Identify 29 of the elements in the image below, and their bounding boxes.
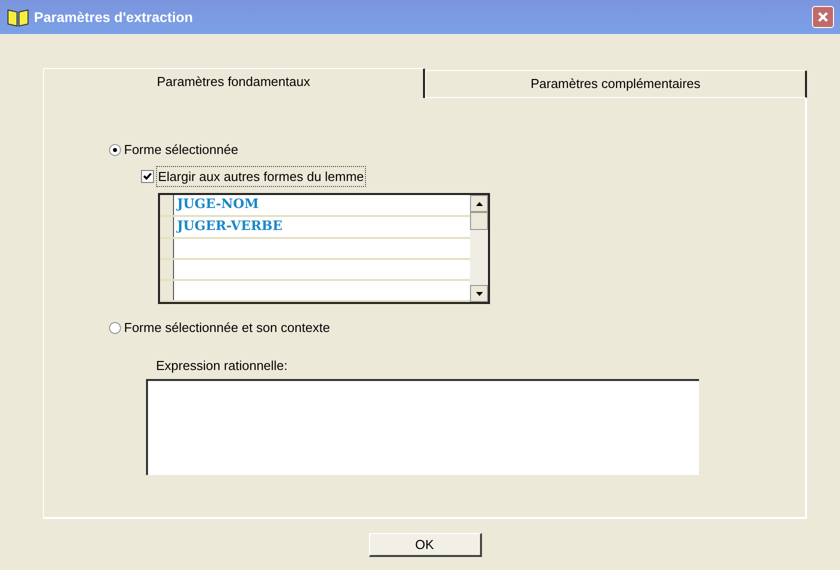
check-icon: [143, 172, 152, 181]
row-header[interactable]: [160, 195, 174, 215]
tab[interactable]: Paramètres fondamentaux: [43, 68, 425, 98]
row-header[interactable]: [160, 260, 174, 279]
checkbox-label: Elargir aux autres formes du lemme: [156, 166, 366, 187]
tab[interactable]: Paramètres complémentaires: [425, 70, 807, 98]
scroll-thumb[interactable]: [470, 212, 488, 230]
radio-label: Forme sélectionnée: [124, 141, 238, 159]
book-icon: [6, 7, 30, 27]
scroll-down-button[interactable]: [470, 285, 488, 302]
radio-button[interactable]: [109, 322, 121, 334]
list-cell[interactable]: JUGER-VERBE: [174, 217, 470, 237]
row-header[interactable]: [160, 239, 174, 258]
field-label: Expression rationnelle:: [156, 356, 289, 375]
checkbox[interactable]: [141, 170, 154, 183]
row-header[interactable]: [160, 217, 174, 237]
expression-field[interactable]: [146, 379, 699, 475]
radio-button[interactable]: [109, 144, 121, 156]
list-cell[interactable]: JUGE-NOM: [174, 195, 470, 215]
up-arrow-icon: [476, 202, 482, 206]
scroll-up-button[interactable]: [470, 195, 488, 212]
row-header[interactable]: [160, 281, 174, 300]
window-title: Paramètres d'extraction: [34, 8, 194, 26]
scrollbar[interactable]: [470, 195, 488, 302]
close-icon: [817, 11, 829, 23]
down-arrow-icon: [476, 292, 482, 296]
radio-label: Forme sélectionnée et son contexte: [124, 319, 330, 337]
ok-button[interactable]: OK: [368, 533, 482, 557]
close-button[interactable]: [812, 6, 834, 28]
